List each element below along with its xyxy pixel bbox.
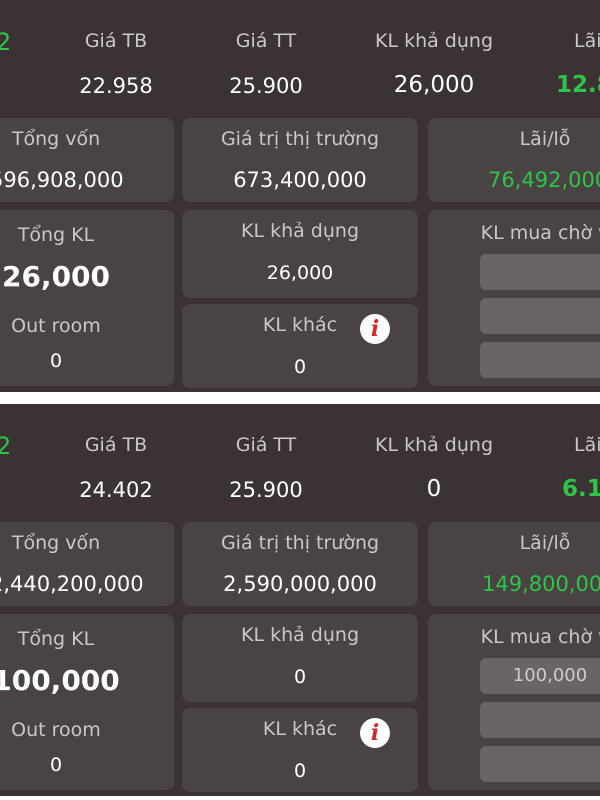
total-qty-label: Tổng KL (17, 628, 95, 650)
info-icon[interactable]: i (360, 718, 390, 748)
total-capital-card: Tổng vốn 596,908,000 (0, 118, 174, 202)
total-capital-value: 2,440,200,000 (0, 572, 144, 596)
header-partial-left: 2 (0, 28, 12, 56)
total-qty-value: 26,000 (1, 260, 111, 293)
other-qty-card: KL khác 0 i (182, 304, 418, 388)
total-qty-card: Tổng KL 100,000 Out room 0 (0, 614, 174, 790)
pnl-header-label: Lãi (574, 30, 600, 52)
total-capital-value: 596,908,000 (0, 168, 124, 192)
panel-divider (0, 392, 600, 404)
available-qty-card-value: 26,000 (266, 262, 334, 284)
pnl-pct-value: 12.8 (556, 72, 600, 98)
available-qty-card-label: KL khả dụng (240, 624, 360, 646)
market-price-value: 25.900 (229, 74, 303, 98)
market-price-label: Giá TT (235, 434, 297, 456)
out-room-label: Out room (11, 315, 101, 337)
available-qty-header-label: KL khả dụng (374, 30, 494, 52)
available-qty-header-label: KL khả dụng (374, 434, 494, 456)
pnl-pct-value: 6.1 (562, 476, 600, 502)
total-capital-card: Tổng vốn 2,440,200,000 (0, 522, 174, 606)
market-price-label: Giá TT (235, 30, 297, 52)
pnl-header-label: Lãi (574, 434, 600, 456)
market-value-card: Giá trị thị trường 673,400,000 (182, 118, 418, 202)
other-qty-card: KL khác 0 i (182, 708, 418, 792)
pending-buy-input-2[interactable] (480, 702, 600, 738)
profit-loss-label: Lãi/lỗ (519, 532, 571, 554)
pending-buy-label: KL mua chờ v (480, 222, 600, 244)
out-room-value: 0 (49, 754, 63, 776)
market-value-card: Giá trị thị trường 2,590,000,000 (182, 522, 418, 606)
other-qty-label: KL khác (262, 718, 338, 740)
header-partial-left: 2 (0, 432, 12, 460)
other-qty-value: 0 (293, 356, 307, 378)
screen: 2 Giá TB 22.958 Giá TT 25.900 KL khả dụn… (0, 0, 600, 800)
available-qty-card: KL khả dụng 0 (182, 614, 418, 702)
avg-price-label: Giá TB (84, 434, 148, 456)
info-icon[interactable]: i (360, 314, 390, 344)
available-qty-card-value: 0 (293, 666, 307, 688)
profit-loss-label: Lãi/lỗ (519, 128, 571, 150)
profit-loss-card: Lãi/lỗ 149,800,000 (428, 522, 600, 606)
available-qty-header-value: 0 (426, 476, 442, 502)
available-qty-header-value: 26,000 (393, 72, 475, 98)
total-qty-card: Tổng KL 26,000 Out room 0 (0, 210, 174, 386)
profit-loss-value: 149,800,000 (482, 572, 600, 596)
avg-price-label: Giá TB (84, 30, 148, 52)
market-value-label: Giá trị thị trường (220, 532, 380, 554)
profit-loss-card: Lãi/lỗ 76,492,000 (428, 118, 600, 202)
pending-buy-input-1[interactable]: 100,000 (480, 658, 600, 694)
avg-price-value: 22.958 (79, 74, 153, 98)
out-room-value: 0 (49, 350, 63, 372)
market-price-value: 25.900 (229, 478, 303, 502)
market-value-label: Giá trị thị trường (220, 128, 380, 150)
available-qty-card-label: KL khả dụng (240, 220, 360, 242)
out-room-label: Out room (11, 719, 101, 741)
position-panel-top: 2 Giá TB 22.958 Giá TT 25.900 KL khả dụn… (0, 0, 600, 392)
pending-buy-input-3[interactable] (480, 746, 600, 782)
pending-buy-input-1[interactable] (480, 254, 600, 290)
position-panel-bottom: 2 Giá TB 24.402 Giá TT 25.900 KL khả dụn… (0, 404, 600, 796)
profit-loss-value: 76,492,000 (488, 168, 600, 192)
pending-buy-input-3[interactable] (480, 342, 600, 378)
pending-buy-input-2[interactable] (480, 298, 600, 334)
total-capital-label: Tổng vốn (11, 532, 101, 554)
avg-price-value: 24.402 (79, 478, 153, 502)
total-qty-value: 100,000 (0, 664, 120, 697)
available-qty-card: KL khả dụng 26,000 (182, 210, 418, 298)
pending-buy-label: KL mua chờ v (480, 626, 600, 648)
total-qty-label: Tổng KL (17, 224, 95, 246)
market-value-value: 2,590,000,000 (223, 572, 377, 596)
other-qty-label: KL khác (262, 314, 338, 336)
market-value-value: 673,400,000 (233, 168, 367, 192)
other-qty-value: 0 (293, 760, 307, 782)
total-capital-label: Tổng vốn (11, 128, 101, 150)
